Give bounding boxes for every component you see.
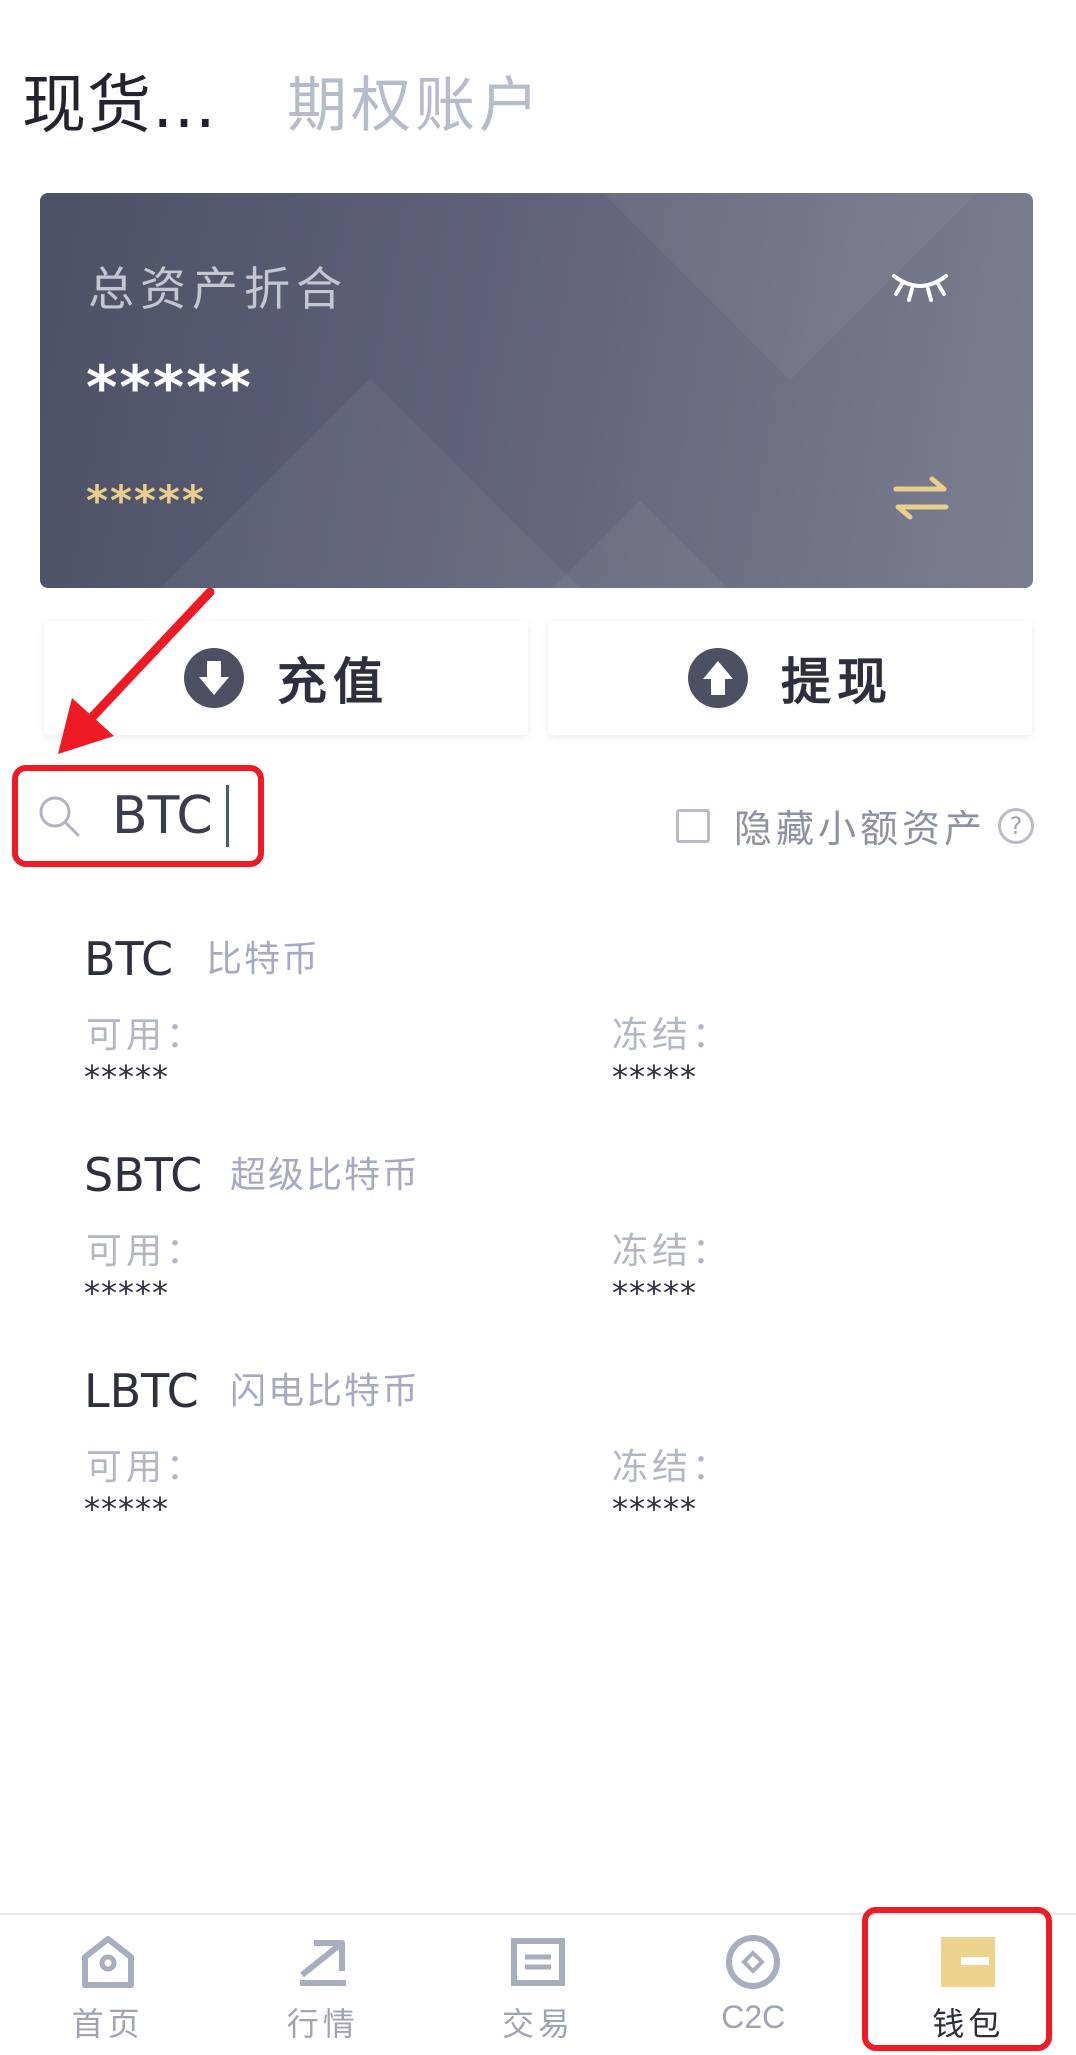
asset-row-lbtc[interactable]: LBTC 闪电比特币 可用： 冻结： ***** ***** bbox=[0, 1352, 1076, 1568]
trade-icon bbox=[511, 1938, 565, 1986]
eye-closed-icon[interactable] bbox=[890, 268, 950, 308]
deposit-button[interactable]: 充值 bbox=[44, 621, 528, 735]
frozen-label: 冻结： bbox=[612, 1015, 733, 1056]
asset-name: 比特币 bbox=[206, 939, 321, 980]
nav-home-label: 首页 bbox=[71, 2005, 144, 2043]
bottom-nav: 首页 行情 交易 C2C 钱包 bbox=[0, 1913, 1076, 2055]
asset-list: BTC 比特币 可用： 冻结： ***** ***** SBTC 超级比特币 可… bbox=[0, 920, 1076, 1568]
tab-options-account[interactable]: 期权账户 bbox=[287, 57, 543, 144]
withdraw-label: 提现 bbox=[781, 653, 893, 711]
frozen-value: ***** bbox=[612, 1490, 697, 1528]
nav-home[interactable]: 首页 bbox=[0, 1915, 215, 2055]
frozen-label: 冻结： bbox=[612, 1447, 733, 1488]
asset-symbol: LBTC bbox=[84, 1364, 199, 1418]
available-value: ***** bbox=[84, 1058, 169, 1096]
account-tabs: 现货… 期权账户 bbox=[22, 50, 543, 150]
total-assets-card: 总资产折合 ***** ***** bbox=[40, 193, 1033, 588]
asset-search[interactable] bbox=[14, 766, 262, 866]
nav-market[interactable]: 行情 bbox=[215, 1915, 430, 2055]
total-assets-amount: ***** bbox=[86, 353, 253, 423]
swap-icon[interactable] bbox=[892, 473, 950, 523]
asset-name: 超级比特币 bbox=[230, 1155, 421, 1196]
deposit-label: 充值 bbox=[277, 653, 389, 711]
available-label: 可用： bbox=[86, 1231, 207, 1272]
hide-small-assets[interactable]: 隐藏小额资产 ? bbox=[675, 798, 1034, 853]
nav-trade[interactable]: 交易 bbox=[430, 1915, 645, 2055]
c2c-icon bbox=[726, 1935, 781, 1989]
home-icon bbox=[81, 1936, 134, 1988]
available-value: ***** bbox=[84, 1274, 169, 1312]
asset-symbol: BTC bbox=[84, 932, 174, 986]
nav-wallet-label: 钱包 bbox=[932, 2005, 1005, 2043]
hide-small-checkbox[interactable] bbox=[675, 808, 710, 843]
available-label: 可用： bbox=[86, 1015, 207, 1056]
asset-symbol: SBTC bbox=[84, 1148, 203, 1202]
arrow-down-icon bbox=[184, 648, 244, 708]
help-icon[interactable]: ? bbox=[998, 807, 1034, 844]
asset-row-btc[interactable]: BTC 比特币 可用： 冻结： ***** ***** bbox=[0, 920, 1076, 1136]
asset-row-sbtc[interactable]: SBTC 超级比特币 可用： 冻结： ***** ***** bbox=[0, 1136, 1076, 1352]
available-value: ***** bbox=[84, 1490, 169, 1528]
wallet-icon bbox=[941, 1937, 996, 1987]
withdraw-button[interactable]: 提现 bbox=[548, 621, 1032, 735]
tab-spot[interactable]: 现货… bbox=[22, 54, 217, 146]
card-decoration bbox=[493, 193, 1033, 380]
search-icon bbox=[39, 796, 80, 837]
arrow-up-icon bbox=[688, 648, 748, 708]
total-assets-fiat: ***** bbox=[86, 476, 206, 525]
frozen-value: ***** bbox=[612, 1058, 697, 1096]
nav-c2c[interactable]: C2C bbox=[646, 1915, 861, 2055]
asset-name: 闪电比特币 bbox=[230, 1371, 421, 1412]
hide-small-label: 隐藏小额资产 bbox=[733, 807, 986, 851]
frozen-label: 冻结： bbox=[612, 1231, 733, 1272]
available-label: 可用： bbox=[86, 1447, 207, 1488]
nav-c2c-label: C2C bbox=[721, 1999, 786, 2035]
frozen-value: ***** bbox=[612, 1274, 697, 1312]
nav-wallet[interactable]: 钱包 bbox=[861, 1915, 1076, 2055]
total-assets-title: 总资产折合 bbox=[88, 262, 348, 316]
market-icon bbox=[299, 1940, 346, 1986]
nav-trade-label: 交易 bbox=[502, 2005, 575, 2043]
text-caret bbox=[226, 785, 229, 847]
nav-market-label: 行情 bbox=[286, 2005, 359, 2043]
search-input[interactable] bbox=[112, 786, 232, 846]
